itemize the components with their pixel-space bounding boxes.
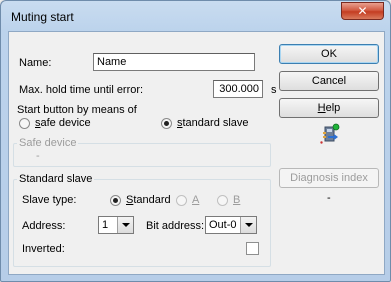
bit-address-label: Bit address:	[146, 220, 205, 232]
start-button-group-legend: Start button by means of	[17, 104, 137, 116]
diagnosis-index-value: -	[327, 192, 331, 204]
close-button[interactable]: ✕	[341, 2, 384, 20]
close-icon: ✕	[357, 4, 368, 18]
chevron-down-icon[interactable]	[240, 217, 256, 233]
safe-device-value: -	[36, 150, 40, 162]
cancel-button[interactable]: Cancel	[279, 71, 379, 91]
dialog-body: Name: Name Max. hold time until error: 3…	[8, 31, 385, 275]
dialog-window: Muting start ✕ Name: Name Max. hold time…	[0, 0, 391, 282]
safe-device-radio[interactable]	[19, 118, 30, 129]
slave-type-a-radio[interactable]	[176, 195, 187, 206]
chevron-down-icon[interactable]	[117, 217, 133, 233]
ok-button[interactable]: OK	[279, 44, 379, 64]
name-input[interactable]: Name	[93, 53, 255, 71]
standard-slave-group: Standard slave Slave type: Standard A B …	[13, 173, 271, 267]
title-bar[interactable]: Muting start ✕	[1, 1, 390, 31]
slave-type-b-radio[interactable]	[217, 195, 228, 206]
slave-type-standard-label: Standard	[126, 194, 171, 206]
slave-type-standard-radio[interactable]	[110, 195, 121, 206]
address-select[interactable]: 1	[98, 216, 134, 234]
slave-type-a-label: A	[192, 194, 200, 206]
help-button[interactable]: Help	[279, 98, 379, 118]
slave-type-b-label: B	[233, 194, 241, 206]
max-hold-unit: s	[271, 84, 277, 96]
device-status-icon	[319, 123, 341, 145]
start-button-group: Start button by means of safe device sta…	[15, 104, 271, 132]
standard-slave-radio-label: standard slave	[177, 117, 249, 129]
inverted-label: Inverted:	[22, 243, 65, 255]
diagnosis-index-button[interactable]: Diagnosis index	[279, 168, 379, 188]
safe-device-legend: Safe device	[17, 137, 79, 149]
address-value: 1	[102, 219, 109, 231]
max-hold-label: Max. hold time until error:	[19, 84, 144, 96]
standard-slave-radio[interactable]	[161, 118, 172, 129]
max-hold-input[interactable]: 300.000	[213, 80, 263, 98]
name-label: Name:	[19, 57, 52, 69]
bit-address-select[interactable]: Out-0	[205, 216, 257, 234]
standard-slave-legend: Standard slave	[17, 173, 95, 185]
safe-device-radio-label: safe device	[35, 117, 91, 129]
safe-device-group: Safe device -	[13, 137, 271, 167]
slave-type-label: Slave type:	[22, 194, 77, 206]
bit-address-value: Out-0	[209, 219, 237, 231]
inverted-checkbox[interactable]	[246, 242, 259, 255]
address-label: Address:	[22, 220, 66, 232]
window-title: Muting start	[11, 10, 74, 24]
